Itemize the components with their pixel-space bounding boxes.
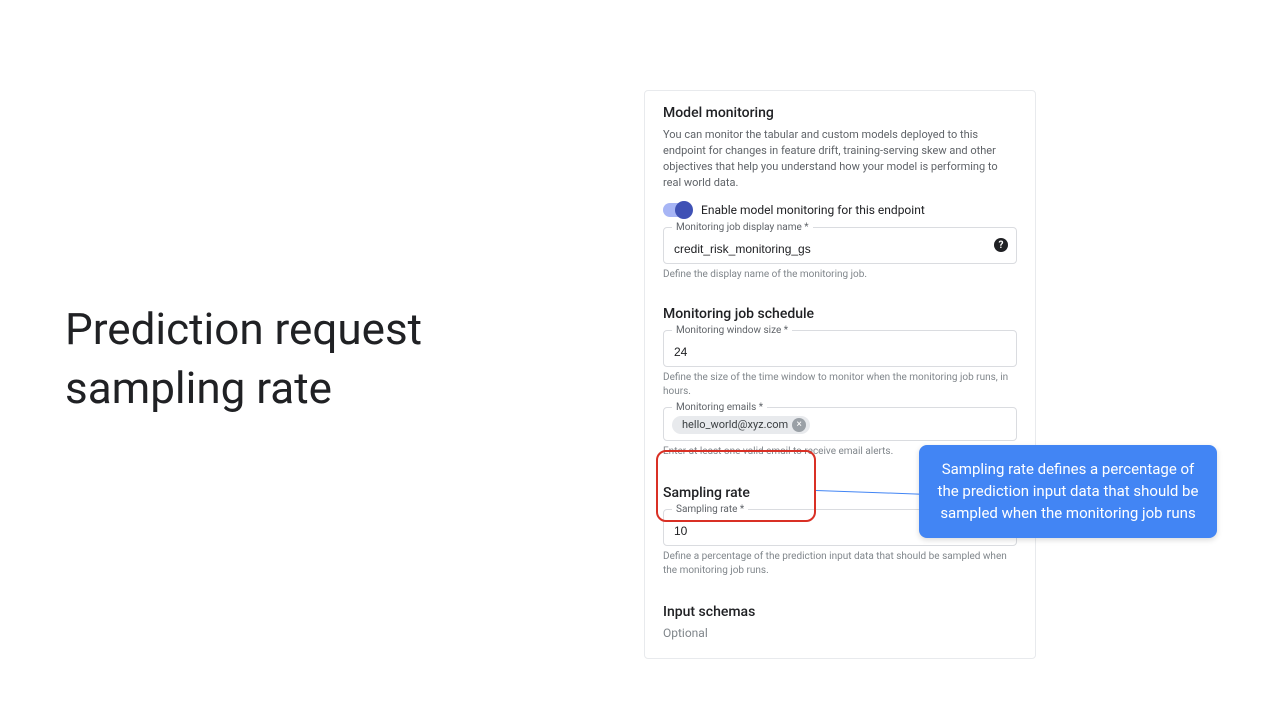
help-icon[interactable]: ? bbox=[994, 238, 1008, 252]
window-size-field[interactable]: Monitoring window size * bbox=[663, 330, 1017, 367]
display-name-helper: Define the display name of the monitorin… bbox=[663, 268, 1017, 282]
emails-label: Monitoring emails * bbox=[672, 402, 767, 413]
sampling-rate-helper: Define a percentage of the prediction in… bbox=[663, 550, 1017, 578]
display-name-input[interactable] bbox=[674, 242, 986, 256]
slide-title: Prediction request sampling rate bbox=[65, 300, 545, 419]
enable-monitoring-toggle[interactable] bbox=[663, 203, 691, 217]
display-name-field[interactable]: Monitoring job display name * ? bbox=[663, 227, 1017, 264]
email-chip: hello_world@xyz.com × bbox=[672, 416, 810, 434]
emails-field[interactable]: Monitoring emails * hello_world@xyz.com … bbox=[663, 407, 1017, 441]
panel-description: You can monitor the tabular and custom m… bbox=[663, 127, 1017, 191]
schedule-heading: Monitoring job schedule bbox=[663, 306, 1017, 322]
schemas-optional: Optional bbox=[663, 626, 1017, 640]
enable-monitoring-label: Enable model monitoring for this endpoin… bbox=[701, 203, 925, 217]
display-name-label: Monitoring job display name * bbox=[672, 222, 813, 233]
email-chip-text: hello_world@xyz.com bbox=[682, 418, 788, 431]
window-size-label: Monitoring window size * bbox=[672, 325, 792, 336]
window-size-input[interactable] bbox=[674, 345, 986, 359]
model-monitoring-panel: Model monitoring You can monitor the tab… bbox=[644, 90, 1036, 659]
enable-monitoring-row: Enable model monitoring for this endpoin… bbox=[663, 203, 1017, 217]
callout-text: Sampling rate defines a percentage of th… bbox=[938, 460, 1199, 522]
window-size-helper: Define the size of the time window to mo… bbox=[663, 371, 1017, 399]
panel-heading: Model monitoring bbox=[663, 105, 1017, 121]
toggle-knob bbox=[675, 201, 693, 219]
schemas-heading: Input schemas bbox=[663, 604, 1017, 620]
remove-chip-icon[interactable]: × bbox=[792, 418, 806, 432]
sampling-callout: Sampling rate defines a percentage of th… bbox=[919, 445, 1217, 538]
sampling-rate-label: Sampling rate * bbox=[672, 504, 748, 515]
